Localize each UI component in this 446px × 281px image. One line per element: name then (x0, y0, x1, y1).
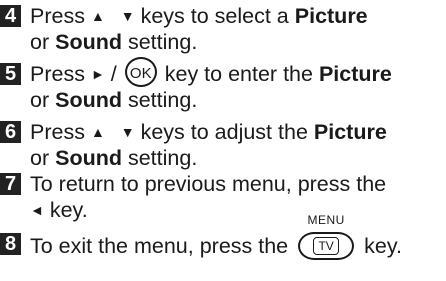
up-down-arrows-icon: ▲ ▼ (90, 8, 141, 24)
bold-term: Picture (313, 120, 387, 144)
step-6-line-1: Press ▲ ▼keys to adjust the Picture (30, 120, 387, 146)
left-arrow-icon: ◄ (30, 202, 44, 218)
menu-label: MENU (307, 212, 345, 227)
bold-term: Sound (55, 88, 122, 112)
step-text: Press (30, 120, 85, 144)
bold-term: Sound (55, 146, 122, 170)
step-5-line-2: or Sound setting. (30, 88, 197, 112)
step-7-line-1: To return to previous menu, press the (30, 172, 386, 196)
step-number: 5 (0, 63, 21, 85)
step-4-line-2: or Sound setting. (30, 30, 197, 54)
step-text: or (30, 88, 50, 112)
step-6-line-2: or Sound setting. (30, 146, 197, 170)
step-number: 7 (0, 173, 21, 195)
step-text: Press (30, 62, 85, 86)
step-number: 8 (0, 233, 21, 255)
step-text: or (30, 30, 50, 54)
tv-key-icon: TV (298, 231, 355, 260)
bold-term: Picture (294, 4, 368, 28)
instruction-list: 4 Press ▲ ▼keys to select a Picture or So… (0, 0, 446, 281)
step-text: setting. (127, 146, 198, 170)
step-7-line-2: ◄ key. (30, 198, 88, 224)
tv-menu-key: MENU TV (298, 213, 355, 260)
step-text: key to enter the (164, 62, 313, 86)
step-text: key. (49, 198, 88, 222)
step-number: 6 (0, 121, 21, 143)
ok-key-icon: OK (124, 57, 157, 88)
step-text: key. (364, 234, 402, 258)
bold-term: Sound (55, 30, 122, 54)
step-text: or (30, 146, 50, 170)
step-text: keys to adjust the (140, 120, 308, 144)
step-text: Press (30, 4, 85, 28)
step-5-line-1: Press ► / OK key to enter the Picture (30, 57, 392, 88)
step-number: 4 (0, 5, 21, 27)
step-text: keys to select a (140, 4, 289, 28)
bold-term: Picture (318, 62, 392, 86)
right-arrow-icon: ► (90, 66, 105, 82)
step-8-line-1: To exit the menu, press the MENU TV key. (30, 213, 402, 260)
tv-key-label: TV (313, 236, 339, 255)
step-text: To return to previous menu, press the (30, 172, 387, 196)
step-4-line-1: Press ▲ ▼keys to select a Picture (30, 4, 368, 30)
step-text: setting. (127, 88, 198, 112)
up-down-arrows-icon: ▲ ▼ (90, 124, 141, 140)
separator: / (110, 62, 117, 86)
step-text: To exit the menu, press the (30, 234, 289, 258)
step-text: setting. (127, 30, 198, 54)
